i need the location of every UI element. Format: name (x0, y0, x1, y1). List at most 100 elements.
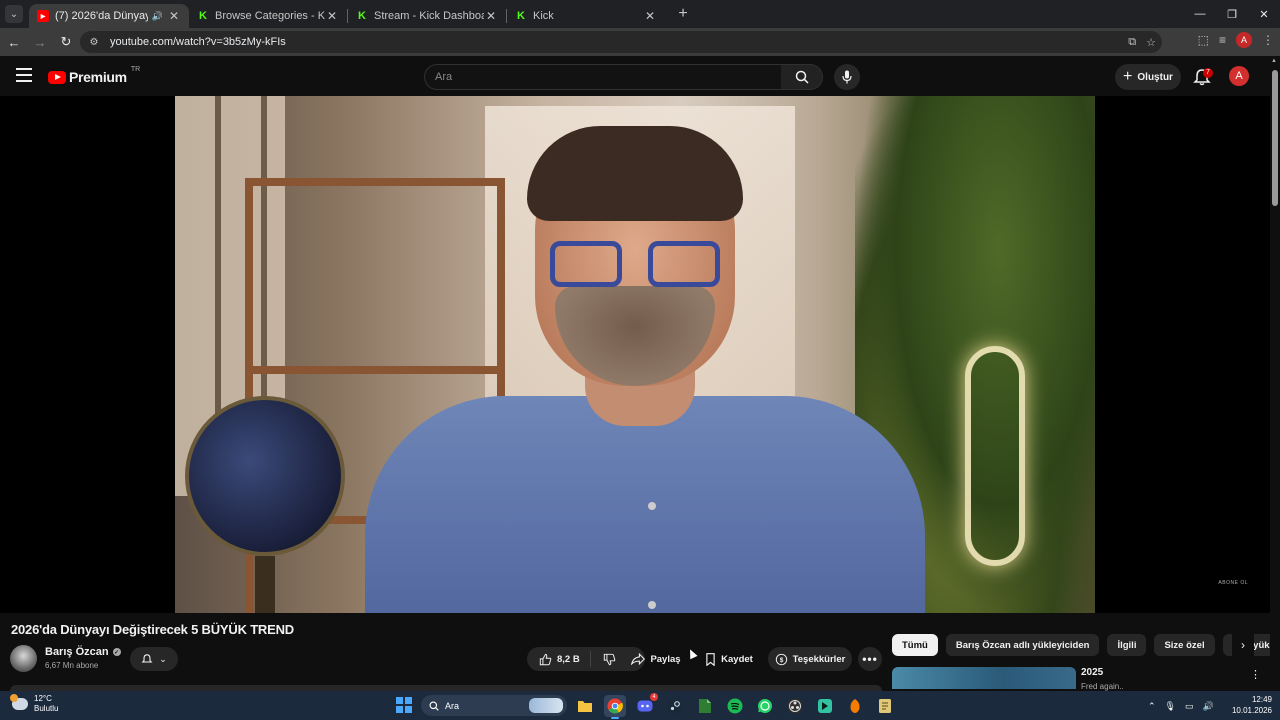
url-text[interactable]: youtube.com/watch?v=3b5zMy-kFIs (110, 36, 286, 48)
bell-icon (141, 654, 153, 663)
restore-icon[interactable]: ❐ (1216, 0, 1248, 28)
cast-icon[interactable]: ⧉ (1128, 36, 1136, 49)
page-scrollbar[interactable]: ▲ (1270, 56, 1280, 691)
chrome-icon[interactable] (604, 695, 626, 719)
display-icon[interactable]: ▭ (1185, 701, 1194, 712)
video-player[interactable]: ABONE OL (0, 96, 1270, 613)
chip-from-uploader[interactable]: Barış Özcan adlı yükleyiciden (945, 634, 1100, 656)
obs-icon[interactable] (784, 695, 806, 717)
scrollbar-thumb[interactable] (1272, 70, 1278, 206)
recommended-video-thumbnail[interactable] (892, 667, 1076, 689)
new-tab-button[interactable]: + (673, 5, 693, 23)
tab-title: (7) 2026'da Dünyayı Değiş (55, 10, 148, 22)
voice-search-button[interactable] (834, 64, 860, 90)
share-icon (631, 653, 646, 665)
search-button[interactable] (781, 64, 823, 90)
account-avatar[interactable]: A (1229, 66, 1249, 86)
globe-stand (255, 556, 275, 613)
bookmark-star-icon[interactable]: ☆ (1146, 36, 1156, 49)
search-input[interactable]: Ara (424, 64, 782, 90)
steam-icon[interactable] (664, 695, 686, 717)
youtube-logo-icon (48, 70, 66, 84)
close-tab-icon[interactable]: ✕ (325, 9, 339, 23)
taskbar-search[interactable]: Ara (421, 695, 567, 716)
back-icon[interactable]: ← (2, 30, 26, 54)
save-button[interactable]: Kaydet (697, 647, 761, 671)
volume-icon[interactable]: 🔊 (1203, 701, 1214, 712)
site-info-icon[interactable]: ⚙ (86, 37, 102, 48)
microphone-icon[interactable]: 🎙 (1165, 701, 1176, 712)
clock-time: 12:49 (1251, 695, 1272, 704)
tab-groups-icon[interactable]: ≡ (1219, 33, 1226, 47)
chevron-up-icon[interactable]: ⌃ (1148, 701, 1156, 712)
discord-badge: 4 (650, 693, 658, 701)
close-window-icon[interactable]: ✕ (1248, 0, 1280, 28)
browser-tab-strip: ⌄ ▶ (7) 2026'da Dünyayı Değiş 🔊 ✕ K Brow… (0, 0, 1280, 28)
video-frame[interactable] (175, 96, 1095, 613)
mixer-app-icon[interactable] (844, 695, 866, 717)
spotify-icon[interactable] (724, 695, 746, 717)
forward-icon[interactable]: → (28, 30, 52, 54)
scroll-up-icon[interactable]: ▲ (1271, 58, 1277, 64)
recommended-video-title[interactable]: 2025 (1081, 667, 1103, 678)
close-tab-icon[interactable]: ✕ (484, 9, 498, 23)
windows-start-icon[interactable] (396, 697, 412, 713)
chip-related[interactable]: İlgili (1107, 634, 1147, 656)
video-title: 2026'da Dünyayı Değiştirecek 5 BÜYÜK TRE… (11, 622, 294, 637)
reload-icon[interactable]: ↻ (54, 30, 78, 54)
weather-widget[interactable]: 12°C Bulutlu (10, 694, 58, 714)
notes-app-icon[interactable] (874, 695, 896, 717)
recommendation-filter-chips: Tümü Barış Özcan adlı yükleyiciden İlgil… (892, 634, 1270, 656)
menu-icon[interactable] (16, 68, 32, 82)
streamlabs-icon[interactable] (814, 695, 836, 717)
tab-kick-browse[interactable]: K Browse Categories - Kick Strea ✕ (189, 4, 347, 28)
subscription-notifications-button[interactable]: ⌄ (130, 647, 178, 671)
chevron-down-icon: ⌄ (159, 653, 167, 664)
search-icon (429, 701, 439, 711)
system-clock[interactable]: 12:49 10.01.2026 (1228, 694, 1272, 716)
document-app-icon[interactable] (694, 695, 716, 717)
channel-avatar[interactable] (10, 645, 37, 672)
browser-actions: ⬚ ≡ A ⋮ (1198, 32, 1274, 48)
tab-title: Kick (533, 10, 554, 22)
create-button[interactable]: + Oluştur (1115, 64, 1181, 90)
minimize-icon[interactable]: — (1184, 0, 1216, 28)
save-label: Kaydet (721, 653, 753, 665)
address-bar[interactable]: ⚙ youtube.com/watch?v=3b5zMy-kFIs ⧉ ☆ (80, 31, 1162, 53)
presenter-hair (527, 126, 743, 221)
chip-for-you[interactable]: Size özel (1154, 634, 1215, 656)
chip-all[interactable]: Tümü (892, 634, 938, 656)
dislike-button[interactable] (591, 653, 628, 666)
close-tab-icon[interactable]: ✕ (167, 9, 181, 23)
more-actions-button[interactable]: ••• (858, 647, 882, 671)
thumbs-up-icon (539, 653, 552, 665)
thanks-button[interactable]: $ Teşekkürler (768, 647, 852, 671)
youtube-masthead: Premium TR Ara + Oluştur A (0, 56, 1270, 96)
tab-kick[interactable]: K Kick ✕ (507, 4, 665, 28)
channel-name-text[interactable]: Barış Özcan (45, 646, 109, 658)
whatsapp-icon[interactable] (754, 695, 776, 717)
youtube-premium-logo[interactable]: Premium TR (48, 66, 140, 85)
close-tab-icon[interactable]: ✕ (643, 9, 657, 23)
discord-icon[interactable]: 4 (634, 693, 658, 717)
tab-search-button[interactable]: ⌄ (5, 5, 23, 23)
kick-icon: K (358, 10, 366, 22)
share-button[interactable]: Paylaş (624, 647, 688, 671)
speaker-icon[interactable]: 🔊 (152, 11, 163, 22)
browser-menu-icon[interactable]: ⋮ (1262, 33, 1274, 47)
recommended-video-channel[interactable]: Fred again.. (1081, 682, 1124, 691)
profile-avatar[interactable]: A (1236, 32, 1252, 48)
tab-kick-dashboard[interactable]: K Stream - Kick Dashboard ✕ (348, 4, 506, 28)
neon-light (965, 346, 1025, 566)
create-label: Oluştur (1137, 71, 1173, 83)
like-button[interactable]: 8,2 B (527, 647, 590, 671)
more-vertical-icon[interactable]: ⋮ (1250, 668, 1261, 681)
tab-youtube[interactable]: ▶ (7) 2026'da Dünyayı Değiş 🔊 ✕ (29, 4, 189, 28)
thanks-label: Teşekkürler (792, 653, 846, 665)
chevron-right-icon[interactable]: › (1232, 634, 1254, 656)
file-explorer-icon[interactable] (574, 695, 596, 717)
taskbar-search-label: Ara (445, 700, 460, 711)
extensions-icon[interactable]: ⬚ (1198, 33, 1209, 47)
channel-name[interactable]: Barış Özcan ✓ (45, 646, 121, 658)
subscribe-watermark[interactable]: ABONE OL (1218, 580, 1248, 586)
